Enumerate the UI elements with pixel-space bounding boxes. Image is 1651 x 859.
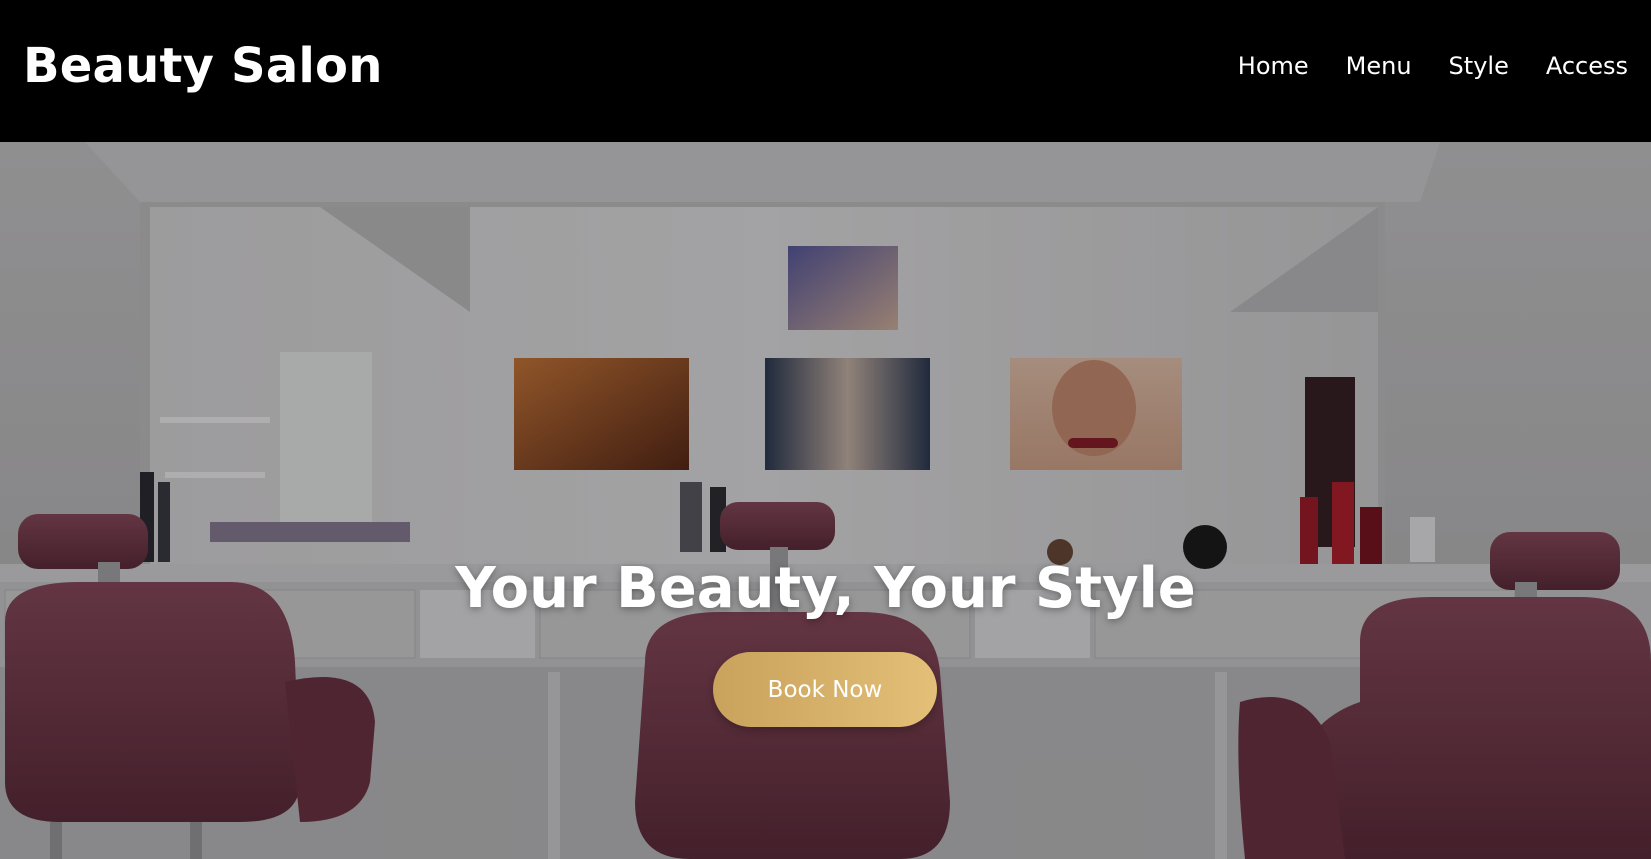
nav-style-link[interactable]: Style	[1449, 48, 1509, 84]
nav-menu-link[interactable]: Menu	[1346, 48, 1412, 84]
hero-title: Your Beauty, Your Style	[455, 555, 1196, 621]
nav-home-link[interactable]: Home	[1238, 48, 1309, 84]
hero-overlay	[0, 142, 1651, 859]
main-nav: Home Menu Style Access	[1238, 48, 1628, 84]
nav-access-link[interactable]: Access	[1546, 48, 1628, 84]
brand-logo[interactable]: Beauty Salon	[23, 34, 383, 98]
hero-section: Your Beauty, Your Style Book Now	[0, 142, 1651, 859]
site-header: Beauty Salon Home Menu Style Access	[0, 0, 1651, 142]
book-now-button[interactable]: Book Now	[713, 652, 937, 727]
